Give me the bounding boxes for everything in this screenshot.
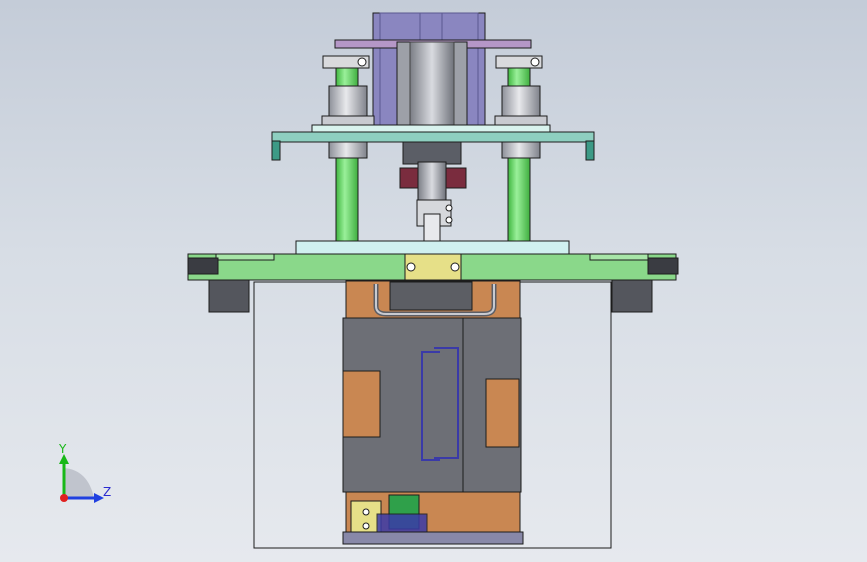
triad-plane-icon (64, 468, 94, 498)
right-foot (647, 257, 679, 275)
teal-plate (271, 131, 595, 143)
left-window (342, 370, 381, 438)
cad-graphics-viewport[interactable]: Y Z (0, 0, 867, 562)
assembly-model[interactable] (0, 0, 867, 562)
left-foot (187, 257, 219, 275)
light-top-plate (295, 240, 570, 256)
left-support-block (208, 279, 250, 313)
left-bearing (328, 85, 368, 119)
z-axis-label: Z (103, 485, 112, 499)
drive-shaft (417, 161, 447, 205)
origin-dot (60, 494, 68, 502)
right-support-block (611, 279, 653, 313)
y-axis-label: Y (59, 442, 67, 456)
orientation-triad: Y Z (40, 440, 130, 520)
right-bearing (501, 85, 541, 119)
right-window (485, 378, 520, 448)
coupling (402, 141, 462, 165)
